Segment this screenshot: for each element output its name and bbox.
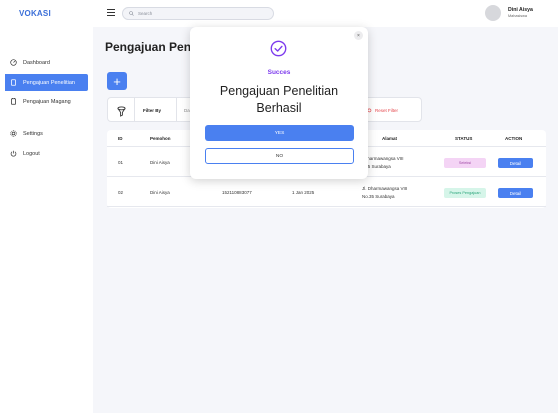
close-icon: × [357, 32, 360, 39]
hamburger-line [107, 12, 115, 13]
status-badge: Seleksi [444, 158, 486, 168]
sidebar-item-pengajuan-penelitian[interactable]: Pengajuan Penelitian [5, 74, 88, 91]
column-header-id: ID [118, 136, 123, 141]
page-title: Pengajuan Pen [105, 40, 192, 54]
status-badge: Proses Pengajuan [444, 188, 486, 198]
cell-id: 01 [118, 160, 124, 165]
power-icon [6, 150, 20, 157]
cell-address-line1: Jl. Dharmawangsa VIII [362, 186, 408, 191]
dialog-title-line2: Berhasil [256, 101, 302, 115]
menu-toggle-button[interactable] [107, 9, 115, 16]
column-header-pemohon: Pemohon [150, 136, 171, 141]
document-icon [6, 79, 20, 86]
cell-name: Dini Aisya [150, 190, 170, 195]
sidebar-item-label: Pengajuan Magang [23, 98, 71, 105]
dialog-title: Pengajuan Penelitian Berhasil [190, 83, 368, 117]
table-row: 02 Dini Aisya 152110883077 1 Jan 2025 Jl… [107, 177, 546, 207]
search-icon [129, 11, 134, 16]
sidebar-item-pengajuan-magang[interactable]: Pengajuan Magang [0, 93, 88, 110]
hamburger-line [107, 15, 115, 16]
sidebar-item-logout[interactable]: Logout [0, 145, 88, 162]
reset-filter-button[interactable]: Reset Filter [367, 108, 398, 113]
close-button[interactable]: × [354, 31, 363, 40]
hamburger-icon [107, 9, 115, 10]
user-role: Mahasiswa [508, 14, 527, 18]
sidebar: VOKASI Dashboard Pengajuan Penelitian Pe… [0, 0, 93, 413]
dialog-subtitle: Succes [267, 69, 291, 76]
cell-date: 1 Jan 2025 [292, 190, 315, 195]
cell-address-line1: Dharmawangsa VIII [364, 156, 404, 161]
dialog-title-line1: Pengajuan Penelitian [219, 84, 339, 98]
no-button[interactable]: NO [205, 148, 354, 164]
filter-label: Filter By [143, 108, 162, 113]
sidebar-item-label: Dashboard [23, 59, 50, 66]
document-icon [6, 98, 20, 105]
cell-id: 02 [118, 190, 124, 195]
detail-button[interactable]: Detail [498, 158, 533, 168]
sidebar-item-label: Logout [23, 150, 40, 157]
cell-address-line2: No.35 Surabaya [362, 194, 395, 199]
column-header-action: ACTION [505, 136, 523, 141]
divider [176, 98, 177, 122]
detail-button[interactable]: Detail [498, 188, 533, 198]
add-button[interactable]: + [107, 72, 127, 90]
reset-filter-label: Reset Filter [375, 108, 399, 113]
search-placeholder: Search [138, 11, 153, 16]
cell-nim: 152110883077 [222, 190, 252, 195]
success-dialog: × Succes Pengajuan Penelitian Berhasil Y… [190, 27, 368, 179]
cell-name: Dini Aisya [150, 160, 170, 165]
column-header-alamat: Alamat [382, 136, 398, 141]
yes-button[interactable]: YES [205, 125, 354, 141]
filter-icon [117, 104, 126, 122]
search-input[interactable]: Search [122, 7, 274, 20]
sidebar-item-settings[interactable]: Settings [0, 125, 88, 142]
avatar[interactable] [485, 5, 501, 21]
gear-icon [6, 130, 20, 137]
sidebar-item-dashboard[interactable]: Dashboard [0, 54, 88, 71]
cell-address-line2: .35 Surabaya [364, 164, 391, 169]
column-header-status: STATUS [455, 136, 473, 141]
date-filter-dropdown[interactable]: Da [184, 108, 190, 113]
top-bar [0, 0, 558, 27]
divider [134, 98, 135, 122]
brand-logo-header[interactable]: VOKASI [19, 9, 51, 18]
dashboard-icon [6, 59, 20, 66]
sidebar-item-label: Settings [23, 130, 43, 137]
sidebar-item-label: Pengajuan Penelitian [23, 79, 75, 86]
check-circle-icon [270, 40, 287, 62]
user-name: Dini Aisya [508, 7, 533, 13]
